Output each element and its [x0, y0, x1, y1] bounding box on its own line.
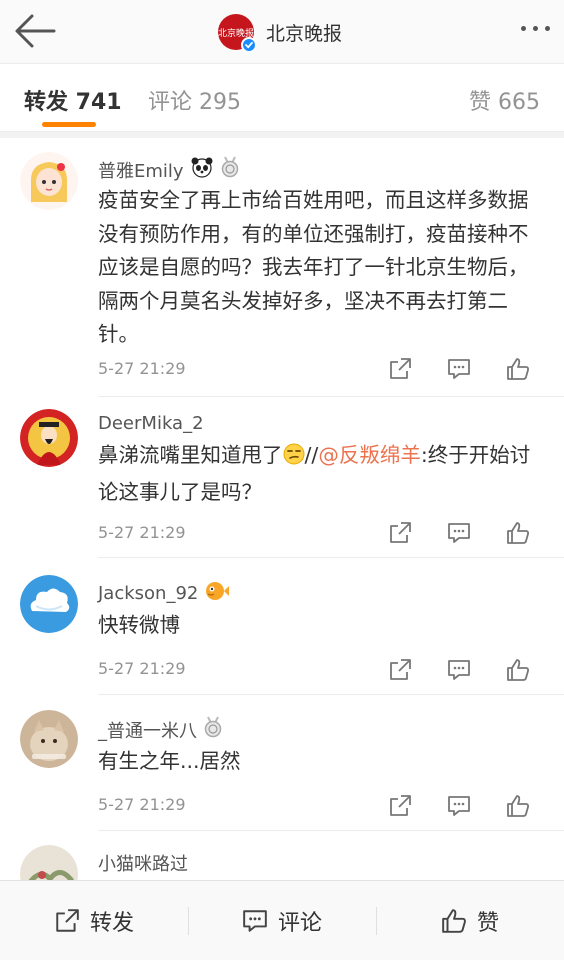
like-icon[interactable]: [506, 658, 530, 682]
tab-bar: 转发 741 评论 295 赞 665: [0, 64, 564, 132]
comment-text: 快转微博: [98, 613, 180, 637]
list-item: _普通一米八 有生之年...居然 5-27 21:29: [0, 695, 564, 831]
username[interactable]: 普雅Emily: [98, 157, 184, 183]
active-tab-indicator: [42, 122, 96, 127]
back-button[interactable]: [14, 12, 56, 50]
like-icon[interactable]: [506, 357, 530, 381]
comment-text: 疫苗安全了再上市给百姓用吧，而且这样多数据没有预防作用，有的单位还强制打，疫苗接…: [98, 188, 529, 346]
medal-icon: [220, 156, 240, 183]
more-dots-icon: [521, 26, 526, 31]
mention-link[interactable]: @反叛绵羊: [318, 443, 421, 467]
repost-separator: //: [304, 443, 319, 467]
action-row: [388, 357, 530, 381]
username[interactable]: 小猫咪路过: [98, 850, 188, 876]
like-label: 赞: [476, 910, 499, 936]
username-row: 小猫咪路过: [98, 850, 188, 876]
username[interactable]: _普通一米八: [98, 717, 197, 743]
comment-text: 有生之年...居然: [98, 749, 241, 773]
top-bar: 北京晚报 北京晚报: [0, 0, 564, 64]
avatar[interactable]: [20, 710, 78, 768]
comment-icon[interactable]: [447, 521, 471, 545]
item-divider: [98, 557, 564, 558]
repost-label: 转发: [89, 910, 134, 936]
repost-list[interactable]: 普雅Emily 疫苗安全了再上市给百姓用吧，而且这样多数据没有预防作用，有的单位…: [0, 138, 564, 880]
comment-button[interactable]: 评论: [188, 881, 376, 960]
tab-comment[interactable]: 评论 295: [148, 84, 241, 116]
pufferfish-icon: [204, 580, 230, 607]
back-arrow-icon: [15, 14, 56, 48]
avatar[interactable]: [20, 409, 78, 467]
action-row: [388, 521, 530, 545]
medal-icon: [203, 716, 223, 743]
username-row: _普通一米八: [98, 716, 223, 743]
brand-avatar[interactable]: 北京晚报: [218, 14, 257, 53]
comment-icon[interactable]: [447, 658, 471, 682]
username-row: 普雅Emily: [98, 156, 240, 183]
account-title[interactable]: 北京晚报 北京晚报: [218, 12, 343, 53]
comment-text: 鼻涕流嘴里知道甩了//@反叛绵羊:终于开始讨论这事儿了是吗？: [98, 439, 548, 509]
username-row: Jackson_92: [98, 580, 230, 607]
comment-icon[interactable]: [447, 357, 471, 381]
timestamp: 5-27 21:29: [98, 795, 186, 814]
comment-label: 评论: [277, 910, 322, 936]
share-icon[interactable]: [388, 357, 412, 381]
timestamp: 5-27 21:29: [98, 523, 186, 542]
verified-icon: [241, 37, 257, 53]
bottom-action-bar: 转发 评论 赞: [0, 880, 564, 960]
smirk-emoji-icon: [283, 442, 305, 476]
list-item: Jackson_92 快转微博 5-27 21:29: [0, 559, 564, 695]
more-dot: [533, 26, 538, 31]
tab-like[interactable]: 赞 665: [469, 84, 540, 116]
comment-icon: [243, 909, 267, 932]
comment-icon[interactable]: [447, 794, 471, 818]
username-row: DeerMika_2: [98, 413, 204, 434]
more-dot: [545, 26, 550, 31]
action-row: [388, 794, 530, 818]
tab-repost[interactable]: 转发 741: [24, 84, 122, 116]
like-icon: [442, 908, 466, 933]
username[interactable]: DeerMika_2: [98, 413, 204, 434]
like-button[interactable]: 赞: [376, 881, 564, 960]
avatar[interactable]: [20, 152, 78, 210]
timestamp: 5-27 21:29: [98, 659, 186, 678]
more-button[interactable]: [521, 26, 550, 31]
like-icon[interactable]: [506, 521, 530, 545]
share-icon: [56, 908, 79, 932]
repost-button[interactable]: 转发: [0, 881, 188, 960]
list-item: DeerMika_2 鼻涕流嘴里知道甩了//@反叛绵羊:终于开始讨论这事儿了是吗…: [0, 397, 564, 559]
avatar[interactable]: [20, 575, 78, 633]
action-row: [388, 658, 530, 682]
list-item: 小猫咪路过: [0, 831, 564, 880]
avatar[interactable]: [20, 845, 78, 880]
page-title: 北京晚报: [266, 22, 343, 45]
panda-icon: [190, 156, 214, 183]
username[interactable]: Jackson_92: [98, 583, 198, 604]
share-icon[interactable]: [388, 794, 412, 818]
like-icon[interactable]: [506, 794, 530, 818]
list-item: 普雅Emily 疫苗安全了再上市给百姓用吧，而且这样多数据没有预防作用，有的单位…: [0, 138, 564, 398]
share-icon[interactable]: [388, 521, 412, 545]
timestamp: 5-27 21:29: [98, 359, 186, 378]
comment-text-part: 鼻涕流嘴里知道甩了: [98, 443, 283, 467]
share-icon[interactable]: [388, 658, 412, 682]
